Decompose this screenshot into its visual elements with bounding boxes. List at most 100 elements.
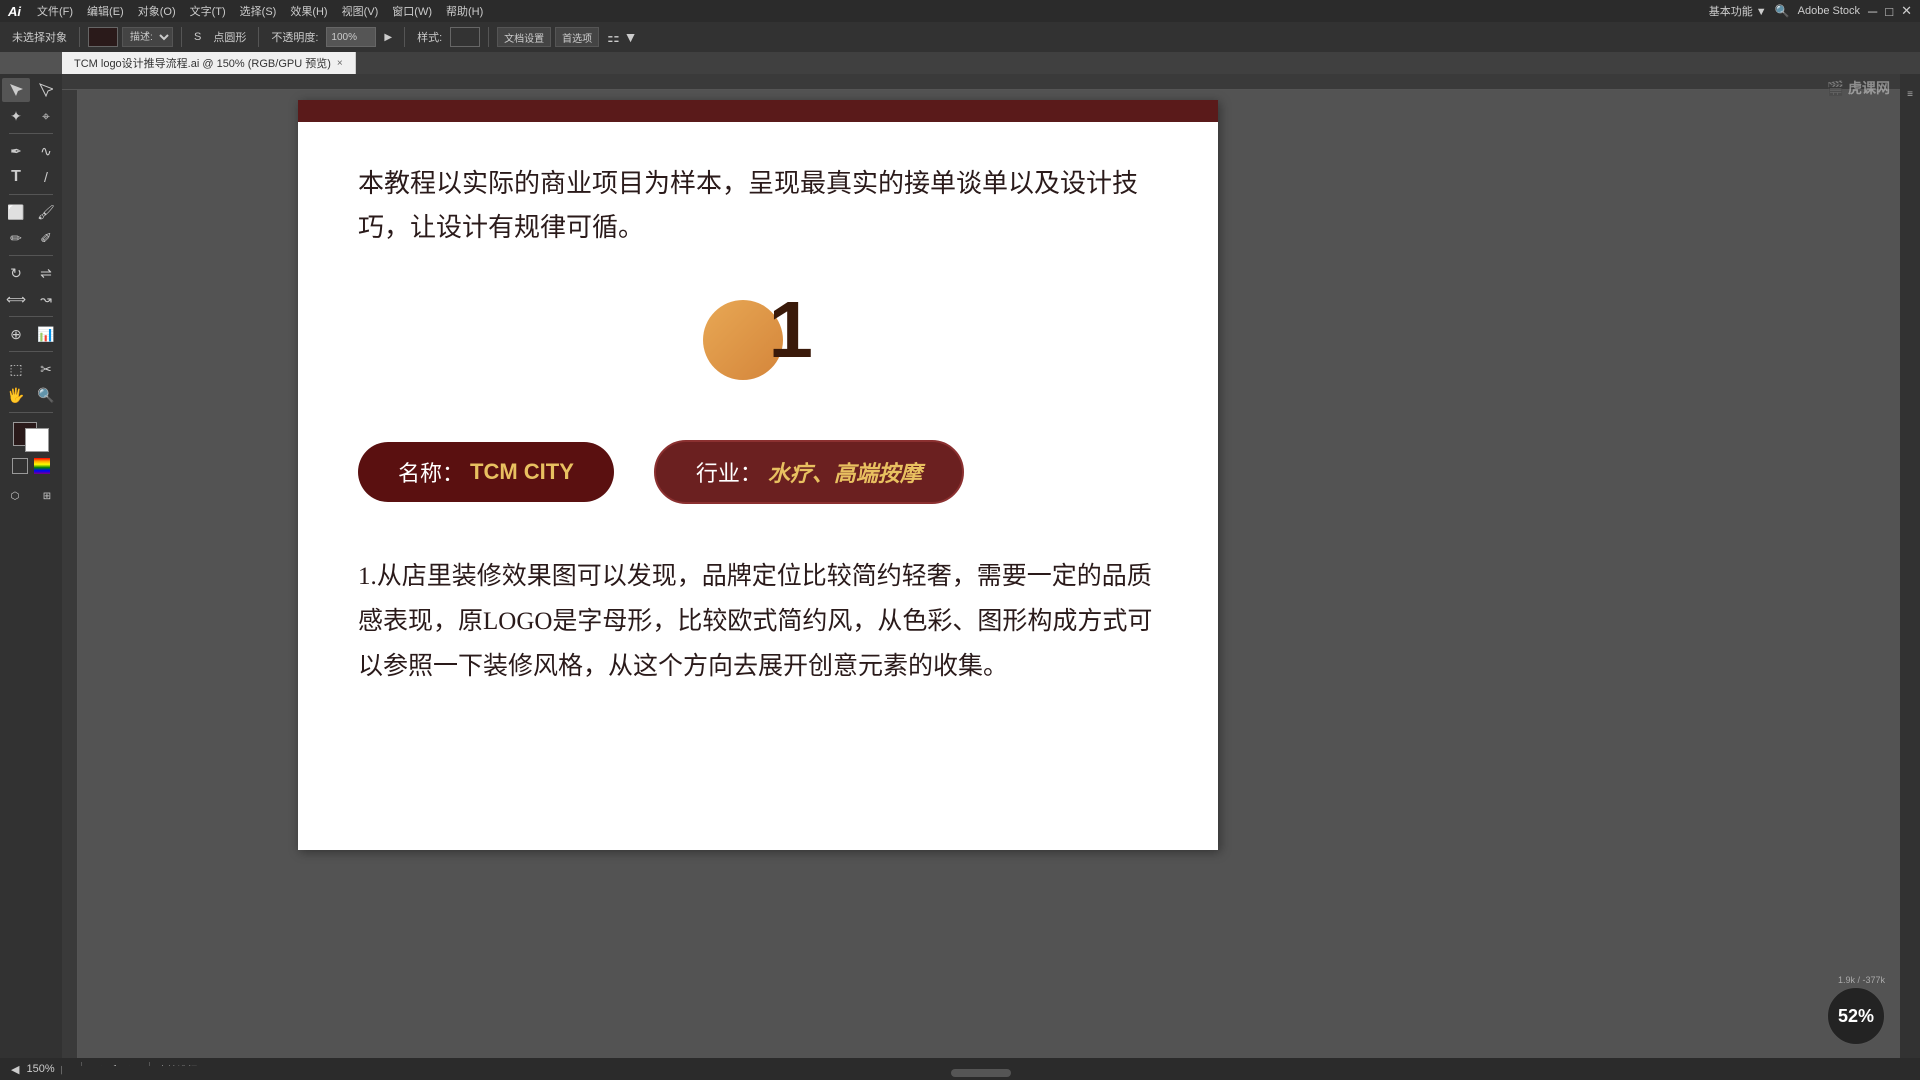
style-input[interactable]	[450, 27, 480, 47]
warp-tool[interactable]: ↝	[32, 287, 60, 311]
menu-view[interactable]: 视图(V)	[336, 1, 385, 21]
zoom-tool[interactable]: 🔍	[32, 383, 60, 407]
artboard: 本教程以实际的商业项目为样本，呈现最真实的接单谈单以及设计技巧，让设计有规律可循…	[298, 100, 1218, 850]
selection-tools	[2, 78, 60, 102]
artboard-tools: ⬚ ✂	[2, 357, 60, 381]
width-tools: ⟺ ↝	[2, 287, 60, 311]
watermark: 🎬 虎课网	[1827, 80, 1890, 97]
pencil-tools: ✏ ✐	[2, 226, 60, 250]
ruler-top	[62, 74, 1900, 90]
name-badge: 名称： TCM CITY	[358, 442, 614, 502]
fill-stroke-colors[interactable]	[13, 422, 49, 452]
selection-tool[interactable]	[2, 78, 30, 102]
draw-inside-icon[interactable]: ⬡	[1, 484, 29, 508]
lasso-tool[interactable]: ⌖	[32, 104, 60, 128]
badge-section: 名称： TCM CITY 行业： 水疗、高端按摩	[358, 440, 1158, 504]
right-panel: ≡	[1900, 74, 1920, 1058]
window-maximize-icon[interactable]: □	[1885, 4, 1893, 19]
menu-window[interactable]: 窗口(W)	[386, 1, 438, 21]
rotate-tool[interactable]: ↻	[2, 261, 30, 285]
width-tool[interactable]: ⟺	[2, 287, 30, 311]
curvature-tool[interactable]: ∿	[32, 139, 60, 163]
no-color-icon[interactable]	[12, 458, 28, 474]
status-bar: ◀ 150% ▶ ◀ 1 ▶ 直接选择	[0, 1058, 1920, 1080]
left-toolbar: ✦ ⌖ ✒ ∿ T / ⬜ 🖌 ✏ ✐ ↻ ⇌ ⟺ ↝ ⊕ 📊 ⬚ ✂ 🖐 🔍	[0, 74, 62, 1058]
section-number: 1	[769, 290, 814, 370]
nav-tools: 🖐 🔍	[2, 383, 60, 407]
tab-bar: TCM logo设计推导流程.ai @ 150% (RGB/GPU 预览) ×	[62, 52, 1920, 74]
tool-divider-6	[9, 412, 53, 413]
opacity-label: 不透明度:	[267, 27, 322, 47]
menu-select[interactable]: 选择(S)	[234, 1, 283, 21]
symbol-tool[interactable]: ⊕	[2, 322, 30, 346]
color-swatches	[12, 422, 50, 474]
fill-color-input[interactable]	[88, 27, 118, 47]
view-mode-icons: ⬡ ⊞	[1, 484, 61, 508]
zoom-out-button[interactable]: ◀	[8, 1063, 22, 1076]
stroke-select[interactable]: 描述:	[122, 27, 173, 47]
slice-tool[interactable]: ✂	[32, 357, 60, 381]
document-canvas[interactable]: 本教程以实际的商业项目为样本，呈现最真实的接单谈单以及设计技巧，让设计有规律可循…	[78, 90, 1900, 1058]
tab-close-button[interactable]: ×	[337, 58, 343, 69]
text-tools: T /	[2, 165, 60, 189]
shaper-tool[interactable]: ✐	[32, 226, 60, 250]
name-badge-label: 名称：	[398, 456, 464, 488]
menu-help[interactable]: 帮助(H)	[440, 1, 489, 21]
percent-value: 52%	[1838, 1006, 1874, 1027]
pen-tools: ✒ ∿	[2, 139, 60, 163]
reflect-tool[interactable]: ⇌	[32, 261, 60, 285]
column-chart-tool[interactable]: 📊	[32, 322, 60, 346]
direct-selection-tool[interactable]	[32, 78, 60, 102]
intro-paragraph: 本教程以实际的商业项目为样本，呈现最真实的接单谈单以及设计技巧，让设计有规律可循…	[358, 162, 1158, 250]
document-tab[interactable]: TCM logo设计推导流程.ai @ 150% (RGB/GPU 预览) ×	[62, 52, 356, 74]
scrollbar-thumb[interactable]	[951, 1069, 1011, 1077]
hand-tool[interactable]: 🖐	[2, 383, 30, 407]
menu-text[interactable]: 文字(T)	[184, 1, 232, 21]
toolbar: 未选择对象 描述: S 点圆形 不透明度: ▶ 样式: 文档设置 首选项 ⚏ ▼	[0, 22, 1920, 52]
menu-effect[interactable]: 效果(H)	[284, 1, 333, 21]
number-section: 1	[358, 290, 1158, 390]
lasso-tools: ✦ ⌖	[2, 104, 60, 128]
tool-divider-4	[9, 316, 53, 317]
magic-wand-tool[interactable]: ✦	[2, 104, 30, 128]
zoom-level[interactable]: 150%	[26, 1063, 54, 1075]
artboard-tool[interactable]: ⬚	[2, 357, 30, 381]
percentage-indicator: 1.9k / -377k 52%	[1827, 975, 1885, 1045]
gradient-icon[interactable]	[34, 458, 50, 474]
rect-tool[interactable]: ⬜	[2, 200, 30, 224]
change-screen-icon[interactable]: ⊞	[33, 484, 61, 508]
canvas-area[interactable]: 本教程以实际的商业项目为样本，呈现最真实的接单谈单以及设计技巧，让设计有规律可循…	[62, 74, 1900, 1058]
tool-divider-3	[9, 255, 53, 256]
text-tool[interactable]: T	[2, 165, 30, 189]
transform-tools: ↻ ⇌	[2, 261, 60, 285]
industry-badge-value: 水疗、高端按摩	[768, 456, 922, 488]
menu-bar-right: 基本功能 ▼ 🔍 Adobe Stock ─ □ ✕	[1709, 3, 1912, 19]
tool-divider-2	[9, 194, 53, 195]
align-icon[interactable]: ⚏ ▼	[603, 27, 641, 48]
first-item-button[interactable]: 首选项	[555, 27, 599, 47]
ruler-left	[62, 90, 78, 1058]
tool-divider-5	[9, 351, 53, 352]
menu-file[interactable]: 文件(F)	[31, 1, 79, 21]
industry-badge: 行业： 水疗、高端按摩	[654, 440, 964, 504]
doc-settings-button[interactable]: 文档设置	[497, 27, 551, 47]
line-tool[interactable]: /	[32, 165, 60, 189]
window-close-icon[interactable]: ✕	[1901, 3, 1912, 19]
opacity-arrow[interactable]: ▶	[380, 30, 396, 45]
shape-tools: ⬜ 🖌	[2, 200, 60, 224]
menu-edit[interactable]: 编辑(E)	[81, 1, 130, 21]
pencil-tool[interactable]: ✏	[2, 226, 30, 250]
properties-panel-icon[interactable]: ≡	[1896, 82, 1920, 106]
industry-badge-label: 行业：	[696, 456, 762, 488]
tab-filename: TCM logo设计推导流程.ai @ 150% (RGB/GPU 预览)	[74, 55, 331, 71]
coordinates-display: 1.9k / -377k	[1827, 975, 1885, 985]
window-minimize-icon[interactable]: ─	[1868, 4, 1877, 19]
paintbrush-tool[interactable]: 🖌	[32, 200, 60, 224]
horizontal-scrollbar[interactable]	[62, 1066, 1900, 1080]
selection-mode-label: 未选择对象	[8, 27, 71, 47]
menu-object[interactable]: 对象(O)	[132, 1, 182, 21]
opacity-input[interactable]	[326, 27, 376, 47]
number-circle-container: 1	[703, 290, 813, 390]
stroke-color[interactable]	[25, 428, 49, 452]
pen-tool[interactable]: ✒	[2, 139, 30, 163]
